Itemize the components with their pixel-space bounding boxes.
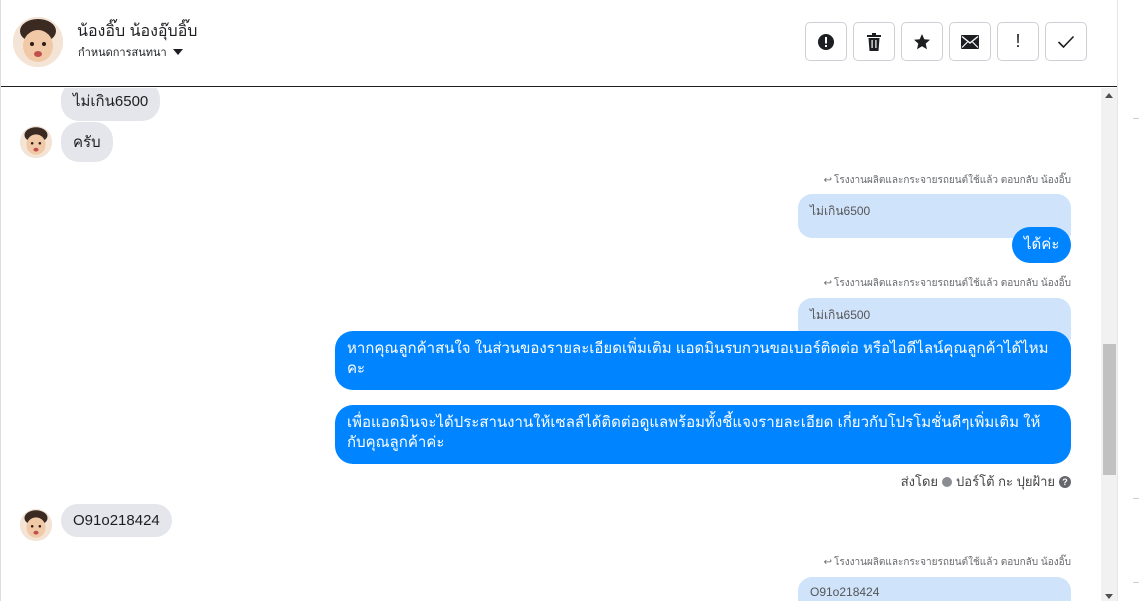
conversation-schedule-label: กำหนดการสนทนา: [78, 47, 167, 59]
check-icon: [1057, 35, 1075, 48]
conversation-schedule-dropdown[interactable]: กำหนดการสนทนา: [78, 43, 183, 61]
outgoing-message: ได้ค่ะ: [1012, 227, 1072, 263]
outgoing-message: หากคุณลูกค้าสนใจ ในส่วนของรายละเอียดเพิ่…: [335, 331, 1071, 390]
incoming-message: ครับ: [61, 122, 113, 162]
report-button[interactable]: [805, 22, 847, 61]
help-icon[interactable]: ?: [1059, 475, 1071, 488]
trash-icon: [867, 32, 881, 51]
divider: [1133, 582, 1139, 583]
reply-arrow-icon: ↩: [823, 278, 832, 289]
scrollbar-thumb[interactable]: [1103, 344, 1116, 475]
contact-avatar-small: [20, 126, 52, 158]
reply-note: ↩ โรงงานผลิตและกระจายรถยนต์ใช้แล้ว ตอบกล…: [824, 555, 1071, 570]
reply-note-text: โรงงานผลิตและกระจายรถยนต์ใช้แล้ว ตอบกลับ…: [833, 175, 1071, 186]
mail-button[interactable]: [949, 22, 991, 61]
mark-done-button[interactable]: [1045, 22, 1087, 61]
vertical-scrollbar[interactable]: [1101, 88, 1118, 601]
contact-avatar[interactable]: [13, 17, 63, 67]
sent-by-name[interactable]: ปอร์โต้ กะ ปุยฝ้าย: [956, 471, 1055, 492]
reply-arrow-icon: ↩: [823, 175, 832, 186]
scroll-up-arrow-icon[interactable]: [1105, 93, 1113, 98]
reply-note: ↩ โรงงานผลิตและกระจายรถยนต์ใช้แล้ว ตอบกล…: [824, 173, 1071, 188]
reply-note-text: โรงงานผลิตและกระจายรถยนต์ใช้แล้ว ตอบกลับ…: [833, 557, 1071, 568]
mail-icon: [961, 34, 979, 49]
quoted-message: O91o218424: [798, 577, 1071, 601]
page-icon: [942, 476, 953, 487]
chat-window: น้องอิ๊บ น้องอุ๊บอิ๊บ กำหนดการสนทนา ! ไม…: [0, 0, 1118, 601]
message-list[interactable]: ไม่เกิน6500 ครับ ↩ โรงงานผลิตและกระจายรถ…: [1, 88, 1118, 601]
exclamation-icon: !: [1015, 31, 1021, 51]
divider: [1133, 498, 1139, 499]
outgoing-message: เพื่อแอดมินจะได้ประสานงานให้เซลล์ได้ติดต…: [335, 405, 1071, 464]
scroll-down-arrow-icon[interactable]: [1105, 594, 1113, 599]
right-gutter: [1117, 0, 1139, 601]
star-icon: [914, 33, 930, 49]
delete-button[interactable]: [853, 22, 895, 61]
sent-by-info: ส่งโดย ปอร์โต้ กะ ปุยฝ้าย ?: [901, 471, 1071, 492]
contact-name[interactable]: น้องอิ๊บ น้องอุ๊บอิ๊บ: [77, 19, 197, 44]
report-icon: [818, 33, 834, 50]
toolbar: !: [805, 22, 1087, 61]
sent-by-label: ส่งโดย: [900, 474, 939, 489]
caret-down-icon: [172, 49, 183, 55]
incoming-message: O91o218424: [61, 504, 172, 537]
chat-header: น้องอิ๊บ น้องอุ๊บอิ๊บ กำหนดการสนทนา !: [1, 0, 1118, 87]
reply-note-text: โรงงานผลิตและกระจายรถยนต์ใช้แล้ว ตอบกลับ…: [833, 278, 1071, 289]
incoming-message: ไม่เกิน6500: [61, 88, 161, 121]
reply-arrow-icon: ↩: [823, 557, 832, 568]
divider: [1133, 118, 1139, 119]
star-button[interactable]: [901, 22, 943, 61]
mark-important-button[interactable]: !: [997, 22, 1039, 61]
contact-avatar-small: [20, 509, 52, 541]
reply-note: ↩ โรงงานผลิตและกระจายรถยนต์ใช้แล้ว ตอบกล…: [824, 276, 1071, 291]
